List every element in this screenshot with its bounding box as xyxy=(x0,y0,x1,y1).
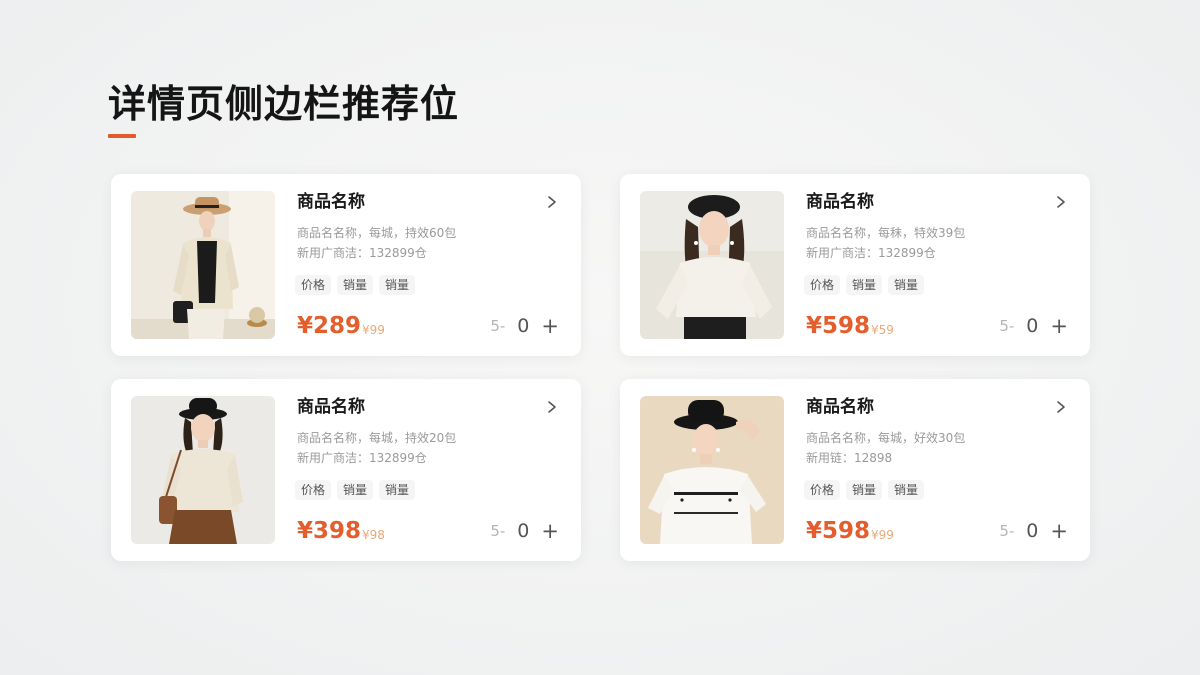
chevron-right-icon[interactable] xyxy=(545,399,559,415)
product-card[interactable]: 商品名称 商品名名称，每城，持效20包 新用广商洁：132899仓 价格 销量 … xyxy=(111,379,581,561)
product-price: ¥289 xyxy=(297,313,362,339)
tag-sales[interactable]: 销量 xyxy=(846,275,883,295)
original-price: ¥59 xyxy=(871,323,894,337)
product-image[interactable] xyxy=(131,191,275,339)
product-description: 商品名名称，每城，持效60包 xyxy=(297,226,457,240)
tag-price[interactable]: 价格 xyxy=(295,480,332,500)
page-title: 详情页侧边栏推荐位 xyxy=(108,82,460,126)
decrease-button[interactable]: 5- xyxy=(490,522,505,540)
quantity-value: 0 xyxy=(1026,315,1039,337)
original-price: ¥99 xyxy=(871,528,894,542)
original-price: ¥99 xyxy=(362,323,385,337)
tag-sales[interactable]: 销量 xyxy=(379,480,416,500)
product-card[interactable]: 商品名称 商品名名称，每城，持效60包 新用广商洁：132899仓 价格 销量 … xyxy=(111,174,581,356)
product-name[interactable]: 商品名称 xyxy=(297,396,365,418)
tag-group: 价格 销量 销量 xyxy=(295,480,416,500)
quantity-stepper: 5- 0 + xyxy=(490,520,559,542)
product-subinfo: 新用广商洁：132899仓 xyxy=(297,246,427,260)
tag-group: 价格 销量 销量 xyxy=(804,275,925,295)
quantity-value: 0 xyxy=(1026,520,1039,542)
tag-sales[interactable]: 销量 xyxy=(888,275,925,295)
product-subinfo: 新用广商洁：132899仓 xyxy=(806,246,936,260)
title-accent-bar xyxy=(108,134,136,138)
product-card[interactable]: 商品名称 商品名名称，每秣，特效39包 新用广商洁：132899仓 价格 销量 … xyxy=(620,174,1090,356)
product-card[interactable]: 商品名称 商品名名称，每城，好效30包 新用链：12898 价格 销量 销量 ¥… xyxy=(620,379,1090,561)
product-name[interactable]: 商品名称 xyxy=(297,191,365,213)
chevron-right-icon[interactable] xyxy=(1054,194,1068,210)
product-name[interactable]: 商品名称 xyxy=(806,191,874,213)
quantity-stepper: 5- 0 + xyxy=(999,315,1068,337)
product-price: ¥398 xyxy=(297,518,362,544)
product-name[interactable]: 商品名称 xyxy=(806,396,874,418)
decrease-button[interactable]: 5- xyxy=(999,522,1014,540)
product-image[interactable] xyxy=(131,396,275,544)
quantity-stepper: 5- 0 + xyxy=(490,315,559,337)
product-subinfo: 新用广商洁：132899仓 xyxy=(297,451,427,465)
original-price: ¥98 xyxy=(362,528,385,542)
decrease-button[interactable]: 5- xyxy=(490,317,505,335)
tag-sales[interactable]: 销量 xyxy=(888,480,925,500)
increase-button[interactable]: + xyxy=(1050,521,1068,542)
tag-group: 价格 销量 销量 xyxy=(804,480,925,500)
product-image[interactable] xyxy=(640,396,784,544)
product-price: ¥598 xyxy=(806,313,871,339)
quantity-value: 0 xyxy=(517,315,530,337)
product-description: 商品名名称，每秣，特效39包 xyxy=(806,226,966,240)
quantity-value: 0 xyxy=(517,520,530,542)
chevron-right-icon[interactable] xyxy=(1054,399,1068,415)
product-description: 商品名名称，每城，持效20包 xyxy=(297,431,457,445)
decrease-button[interactable]: 5- xyxy=(999,317,1014,335)
tag-price[interactable]: 价格 xyxy=(804,275,841,295)
chevron-right-icon[interactable] xyxy=(545,194,559,210)
increase-button[interactable]: + xyxy=(541,316,559,337)
product-subinfo: 新用链：12898 xyxy=(806,451,893,465)
quantity-stepper: 5- 0 + xyxy=(999,520,1068,542)
tag-sales[interactable]: 销量 xyxy=(379,275,416,295)
product-price: ¥598 xyxy=(806,518,871,544)
tag-sales[interactable]: 销量 xyxy=(337,480,374,500)
product-image[interactable] xyxy=(640,191,784,339)
tag-price[interactable]: 价格 xyxy=(804,480,841,500)
tag-sales[interactable]: 销量 xyxy=(337,275,374,295)
increase-button[interactable]: + xyxy=(1050,316,1068,337)
tag-price[interactable]: 价格 xyxy=(295,275,332,295)
product-description: 商品名名称，每城，好效30包 xyxy=(806,431,966,445)
increase-button[interactable]: + xyxy=(541,521,559,542)
tag-group: 价格 销量 销量 xyxy=(295,275,416,295)
tag-sales[interactable]: 销量 xyxy=(846,480,883,500)
